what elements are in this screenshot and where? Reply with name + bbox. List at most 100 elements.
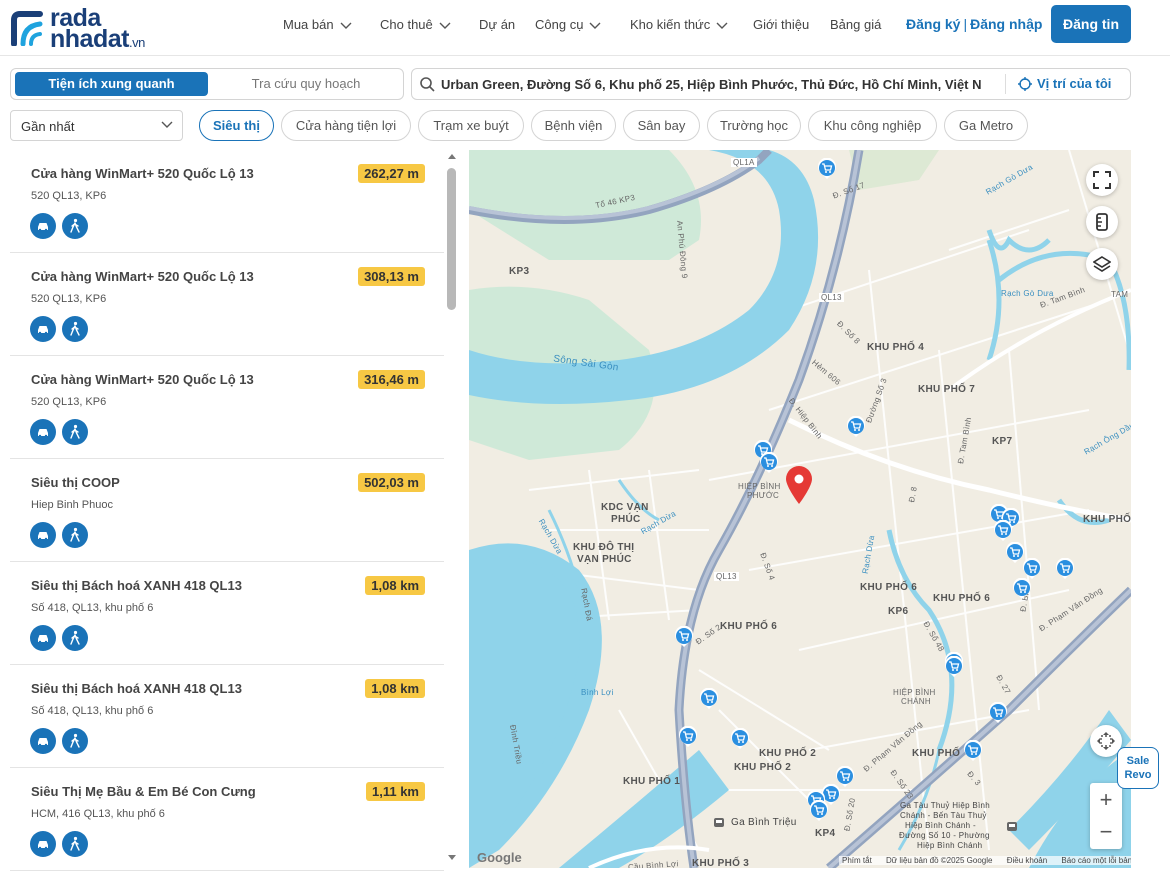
- map-label-road: QL13: [714, 572, 739, 581]
- search-input[interactable]: Urban Green, Đường Số 6, Khu phố 25, Hiệ…: [441, 77, 991, 92]
- supermarket-marker[interactable]: [699, 688, 719, 710]
- supermarket-marker[interactable]: [993, 520, 1013, 542]
- walk-route-button[interactable]: [62, 831, 88, 857]
- category-benh-vien[interactable]: Bệnh viện: [531, 110, 616, 141]
- login-link[interactable]: Đăng nhập: [970, 16, 1042, 32]
- nav-mua-ban[interactable]: Mua bán: [283, 17, 352, 32]
- category-san-bay[interactable]: Sân bay: [623, 110, 700, 141]
- car-route-button[interactable]: [30, 625, 56, 651]
- nav-cong-cu[interactable]: Công cụ: [535, 17, 601, 32]
- map-label-ferry: Đường Số 10 - Phường: [899, 831, 990, 840]
- walk-route-button[interactable]: [62, 728, 88, 754]
- walk-route-button[interactable]: [62, 316, 88, 342]
- list-item[interactable]: Siêu thị Bách hoá XANH 418 QL13 Số 418, …: [10, 562, 444, 665]
- scroll-up-arrow[interactable]: [448, 154, 456, 159]
- category-cua-hang-tien-loi[interactable]: Cửa hàng tiện lợi: [281, 110, 411, 141]
- supermarket-marker[interactable]: [988, 702, 1008, 724]
- logo[interactable]: rada nhadat.vn: [10, 4, 160, 53]
- tab-planning-lookup[interactable]: Tra cứu quy hoạch: [211, 72, 401, 96]
- scroll-down-arrow[interactable]: [448, 855, 456, 860]
- list-item[interactable]: Cửa hàng WinMart+ 520 Quốc Lộ 13 520 QL1…: [10, 253, 444, 356]
- location-pin-icon[interactable]: [784, 465, 814, 505]
- car-icon: [38, 738, 48, 747]
- list-item[interactable]: Siêu Thị Mẹ Bầu & Em Bé Con Cưng HCM, 41…: [10, 768, 444, 871]
- walk-route-button[interactable]: [62, 213, 88, 239]
- register-link[interactable]: Đăng ký: [906, 16, 960, 32]
- supermarket-marker[interactable]: [809, 800, 829, 822]
- nav-du-an[interactable]: Dự án: [479, 17, 515, 32]
- place-address: 520 QL13, KP6: [31, 190, 107, 202]
- map-label: KHU PHỐ 2: [759, 748, 817, 759]
- nav-gioi-thieu[interactable]: Giới thiệu: [753, 17, 809, 32]
- scroll-thumb[interactable]: [447, 168, 456, 310]
- walk-route-button[interactable]: [62, 625, 88, 651]
- supermarket-marker[interactable]: [1012, 578, 1032, 600]
- walk-route-button[interactable]: [62, 419, 88, 445]
- car-route-button[interactable]: [30, 522, 56, 548]
- list-scrollbar[interactable]: [444, 150, 460, 868]
- map-label: KHU PHỐ 3: [692, 858, 750, 868]
- list-item[interactable]: Cửa hàng WinMart+ 520 Quốc Lộ 13 520 QL1…: [10, 356, 444, 459]
- nav-cho-thue[interactable]: Cho thuê: [380, 17, 451, 32]
- fullscreen-icon: [1093, 171, 1111, 189]
- keyboard-shortcuts-link[interactable]: Phím tắt: [842, 856, 872, 865]
- car-route-button[interactable]: [30, 213, 56, 239]
- map-label: KHU ĐÔ THỊ: [573, 542, 635, 553]
- map-label: PHƯỚC: [747, 491, 780, 500]
- walking-icon: [70, 218, 80, 233]
- my-location-button[interactable]: Vị trí của tôi: [1018, 76, 1111, 91]
- category-khu-cong-nghiep[interactable]: Khu công nghiệp: [808, 110, 937, 141]
- fullscreen-button[interactable]: [1086, 164, 1118, 196]
- map-label-ferry: Hiệp Bình Chánh: [917, 841, 983, 850]
- zoom-out-button[interactable]: −: [1090, 816, 1122, 849]
- category-sieu-thi[interactable]: Siêu thị: [199, 110, 274, 141]
- place-address: HCM, 416 QL13, khu phố 6: [31, 808, 165, 820]
- crosshair-icon: [1018, 77, 1032, 91]
- map-label-station: Ga Bình Triệu: [731, 817, 797, 828]
- list-item[interactable]: Siêu thị Bách hoá XANH 418 QL13 Số 418, …: [10, 665, 444, 768]
- nav-kho-kien-thuc[interactable]: Kho kiến thức: [630, 17, 728, 32]
- post-listing-button[interactable]: Đăng tin: [1051, 5, 1131, 43]
- terms-link[interactable]: Điều khoản: [1007, 856, 1047, 865]
- sort-select[interactable]: Gần nhất: [10, 110, 183, 141]
- category-tram-xe-buyt[interactable]: Trạm xe buýt: [418, 110, 524, 141]
- layers-button[interactable]: [1086, 248, 1118, 280]
- supermarket-marker[interactable]: [1022, 558, 1042, 580]
- supermarket-marker[interactable]: [963, 740, 983, 762]
- supermarket-marker[interactable]: [678, 726, 698, 748]
- car-route-button[interactable]: [30, 728, 56, 754]
- legend-button[interactable]: [1086, 206, 1118, 238]
- sale-revo-badge[interactable]: Sale Revo: [1117, 747, 1159, 789]
- car-route-button[interactable]: [30, 419, 56, 445]
- google-logo: Google: [477, 850, 522, 865]
- map-label: KHU PHỐ 1: [623, 776, 681, 787]
- supermarket-marker[interactable]: [730, 728, 750, 750]
- list-item[interactable]: Cửa hàng WinMart+ 520 Quốc Lộ 13 520 QL1…: [10, 150, 444, 253]
- map-label-ferry: Hiệp Bình Chánh -: [905, 821, 976, 830]
- walk-route-button[interactable]: [62, 522, 88, 548]
- map-label: KHU PHỐ 2: [734, 762, 792, 773]
- walking-icon: [70, 321, 80, 336]
- supermarket-marker[interactable]: [674, 626, 694, 648]
- distance-badge: 1,11 km: [366, 782, 425, 801]
- distance-badge: 502,03 m: [358, 473, 425, 492]
- tab-nearby-amenities[interactable]: Tiện ích xung quanh: [15, 72, 208, 96]
- place-address: Hiep Binh Phuoc: [31, 499, 113, 511]
- category-ga-metro[interactable]: Ga Metro: [944, 110, 1028, 141]
- car-route-button[interactable]: [30, 831, 56, 857]
- crosshair-icon: [1097, 732, 1115, 750]
- map-label: KP3: [509, 266, 530, 277]
- map[interactable]: KP3 Sông Sài Gòn KDC VẠN PHÚC KHU ĐÔ THỊ…: [469, 150, 1131, 868]
- supermarket-marker[interactable]: [944, 656, 964, 678]
- report-error-link[interactable]: Báo cáo một lỗi bản đồ: [1061, 856, 1131, 865]
- supermarket-marker[interactable]: [817, 158, 837, 180]
- supermarket-marker[interactable]: [1055, 558, 1075, 580]
- zoom-in-button[interactable]: +: [1090, 783, 1122, 816]
- supermarket-marker[interactable]: [759, 452, 779, 474]
- category-truong-hoc[interactable]: Trường học: [707, 110, 801, 141]
- supermarket-marker[interactable]: [846, 416, 866, 438]
- nav-bang-gia[interactable]: Bảng giá: [830, 17, 881, 32]
- car-route-button[interactable]: [30, 316, 56, 342]
- sort-value: Gần nhất: [21, 119, 75, 134]
- list-item[interactable]: Siêu thị COOP Hiep Binh Phuoc 502,03 m: [10, 459, 444, 562]
